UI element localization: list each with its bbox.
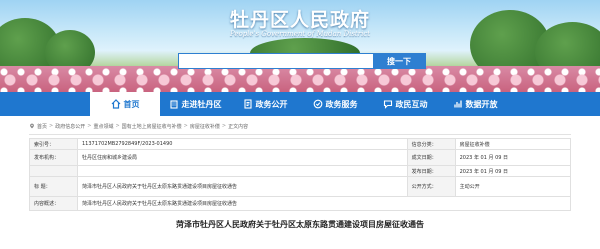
index-no-value: 11371702MB2792849F/2023-01490 bbox=[77, 138, 408, 150]
site-title: 牡丹区人民政府 bbox=[229, 9, 370, 31]
breadcrumb-item[interactable]: 国有土地上房屋征收与补偿 bbox=[122, 123, 182, 130]
nav-item-label: 数据开放 bbox=[465, 99, 498, 109]
breadcrumb-separator: > bbox=[221, 123, 227, 129]
publisher-value: 牡丹区住房和城乡建设局 bbox=[77, 149, 408, 166]
meta-row: 发布日期： 2023 年 01 月 09 日 bbox=[29, 165, 572, 177]
publisher-label: 发布机构： bbox=[29, 149, 78, 166]
data-icon bbox=[453, 100, 462, 108]
location-icon bbox=[30, 123, 34, 129]
title-label: 标 题： bbox=[29, 176, 78, 197]
nav-item-interaction[interactable]: 政民互动 bbox=[370, 92, 440, 116]
date-written-label: 成文日期： bbox=[406, 149, 456, 166]
date-published-value: 2023 年 01 月 09 日 bbox=[454, 165, 572, 177]
category-label: 信息分类： bbox=[406, 138, 456, 150]
empty-label bbox=[29, 165, 78, 177]
title-value: 菏泽市牡丹区人民政府关于牡丹区太原东路贯通建设项目房屋征收通告 bbox=[77, 176, 408, 197]
index-no-label: 索引号： bbox=[29, 138, 78, 150]
nav-item-label: 政民互动 bbox=[395, 99, 428, 109]
nav-item-about[interactable]: 走进牡丹区 bbox=[160, 92, 230, 116]
breadcrumb-item[interactable]: 房屋征收补偿 bbox=[190, 123, 220, 130]
meta-row: 内容概述： 菏泽市牡丹区人民政府关于牡丹区太原东路贯通建设项目房屋征收通告 bbox=[29, 196, 571, 211]
disclosure-label: 公开方式： bbox=[406, 176, 456, 197]
empty-value bbox=[77, 165, 408, 177]
header-banner: 牡丹区人民政府 People's Government of Mudan Dis… bbox=[0, 0, 600, 92]
category-value: 房屋征收补偿 bbox=[454, 138, 572, 150]
meta-row: 标 题： 菏泽市牡丹区人民政府关于牡丹区太原东路贯通建设项目房屋征收通告 公开方… bbox=[29, 176, 572, 197]
breadcrumb-item[interactable]: 政府信息公开 bbox=[55, 123, 85, 130]
summary-value: 菏泽市牡丹区人民政府关于牡丹区太原东路贯通建设项目房屋征收通告 bbox=[77, 196, 571, 211]
meta-row: 发布机构： 牡丹区住房和城乡建设局 成文日期： 2023 年 01 月 09 日 bbox=[29, 149, 572, 166]
document-icon bbox=[243, 99, 252, 109]
nav-item-label: 首页 bbox=[123, 99, 140, 109]
article-title: 菏泽市牡丹区人民政府关于牡丹区太原东路贯通建设项目房屋征收通告 bbox=[176, 220, 424, 229]
breadcrumb-separator: > bbox=[183, 123, 188, 129]
document-meta-table: 索引号： 11371702MB2792849F/2023-01490 信息分类：… bbox=[29, 138, 572, 211]
search-button[interactable]: 搜一下 bbox=[373, 54, 425, 68]
meta-row: 索引号： 11371702MB2792849F/2023-01490 信息分类：… bbox=[29, 138, 572, 150]
nav-item-label: 政务公开 bbox=[255, 99, 288, 109]
date-published-label: 发布日期： bbox=[406, 165, 456, 177]
nav-item-services[interactable]: 政务服务 bbox=[300, 92, 370, 116]
nav-item-label: 走进牡丹区 bbox=[181, 99, 222, 109]
search-input[interactable] bbox=[179, 54, 373, 68]
breadcrumb-item-current: 正文内容 bbox=[228, 123, 249, 130]
disclosure-value: 主动公开 bbox=[454, 176, 572, 197]
main-nav: 首页 走进牡丹区 政务公开 政务服务 政民互动 数据开放 bbox=[0, 92, 600, 116]
site-subtitle: People's Government of Mudan District bbox=[229, 30, 371, 38]
breadcrumb-separator: > bbox=[49, 123, 54, 129]
nav-item-open-data[interactable]: 数据开放 bbox=[440, 92, 510, 116]
banner-flowers bbox=[0, 66, 600, 92]
building-icon bbox=[169, 100, 178, 109]
service-icon bbox=[313, 99, 322, 109]
breadcrumb: 首页 > 政府信息公开 > 重点领域 > 国有土地上房屋征收与补偿 > 房屋征收… bbox=[29, 122, 571, 130]
breadcrumb-separator: > bbox=[115, 123, 120, 129]
home-icon bbox=[111, 99, 120, 109]
nav-item-disclosure[interactable]: 政务公开 bbox=[230, 92, 300, 116]
breadcrumb-item-home[interactable]: 首页 bbox=[37, 123, 47, 130]
breadcrumb-item[interactable]: 重点领域 bbox=[93, 123, 113, 130]
nav-item-label: 政务服务 bbox=[325, 99, 358, 109]
divider bbox=[29, 134, 571, 135]
search-box: 搜一下 bbox=[178, 53, 426, 69]
chat-icon bbox=[383, 100, 392, 109]
date-written-value: 2023 年 01 月 09 日 bbox=[454, 149, 572, 166]
nav-item-home[interactable]: 首页 bbox=[90, 92, 160, 116]
summary-label: 内容概述： bbox=[29, 196, 78, 211]
main-content: 首页 > 政府信息公开 > 重点领域 > 国有土地上房屋征收与补偿 > 房屋征收… bbox=[0, 116, 600, 230]
breadcrumb-separator: > bbox=[87, 123, 92, 129]
